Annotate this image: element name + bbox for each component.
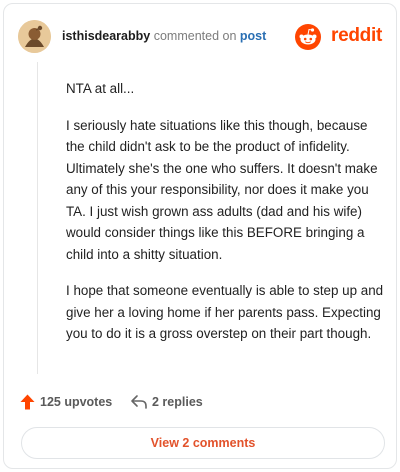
action-text: commented on <box>153 29 237 43</box>
brand-wordmark: reddit <box>331 25 382 46</box>
comment-card: isthisdearabby commented on post reddit … <box>3 3 397 469</box>
view-comments-button[interactable]: View 2 comments <box>21 427 385 459</box>
post-link[interactable]: post <box>240 29 266 43</box>
reply-arrow-icon <box>131 395 147 409</box>
upvote-count: 125 upvotes <box>40 395 113 409</box>
user-avatar[interactable] <box>18 20 51 53</box>
comment-header: isthisdearabby commented on post reddit <box>18 20 382 54</box>
upvote-arrow-icon <box>20 394 35 410</box>
reddit-logo-icon <box>295 24 321 50</box>
comment-meta: isthisdearabby commented on post <box>62 29 266 43</box>
comment-paragraph: NTA at all... <box>66 81 135 96</box>
comment-paragraph: I hope that someone eventually is able t… <box>66 283 384 341</box>
thread-line <box>37 62 38 374</box>
comment-body: NTA at all... I seriously hate situation… <box>66 78 386 360</box>
brand-logo[interactable]: reddit <box>292 24 382 50</box>
username-link[interactable]: isthisdearabby <box>62 29 150 43</box>
reply-count: 2 replies <box>152 395 203 409</box>
comment-paragraph: I seriously hate situations like this th… <box>66 117 378 262</box>
